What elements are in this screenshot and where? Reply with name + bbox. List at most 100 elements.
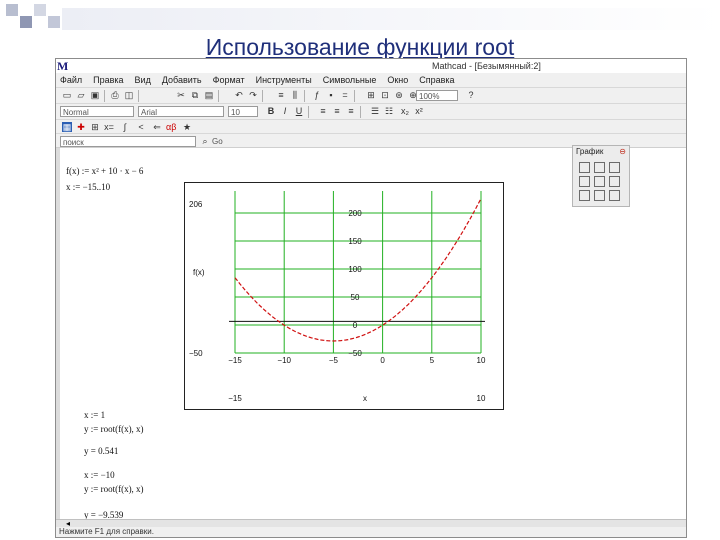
align-center-icon[interactable]: ≡ [332, 106, 342, 116]
contour-plot-icon[interactable] [579, 176, 590, 187]
go-button[interactable]: Go [210, 136, 228, 147]
paste-icon[interactable]: ▤ [204, 90, 214, 100]
menu-insert[interactable]: Добавить [162, 75, 202, 85]
math-toolbar: ▦ ✚ ⊞ x= ∫ < ⇐ αβ ★ [56, 119, 686, 134]
subscript-icon[interactable]: x₂ [400, 106, 410, 116]
x-tick-label: 5 [430, 356, 435, 365]
menu-symbolics[interactable]: Символьные [323, 75, 377, 85]
open-icon[interactable]: ▱ [76, 90, 86, 100]
menu-file[interactable]: Файл [60, 75, 82, 85]
x-tick-label: 10 [477, 356, 486, 365]
graph-palette-icon[interactable]: ✚ [76, 122, 86, 132]
title-bar: M Mathcad - [Безымянный:2] [56, 59, 686, 73]
slide-title: Использование функции root [205, 34, 515, 60]
menu-window[interactable]: Окно [387, 75, 408, 85]
resource-search-input[interactable]: поиск [60, 136, 196, 147]
align-left-icon[interactable]: ≡ [318, 106, 328, 116]
italic-icon[interactable]: I [280, 106, 290, 116]
boolean-palette-icon[interactable]: < [136, 122, 146, 132]
toolbar-separator [354, 90, 355, 102]
status-bar: Нажмите F1 для справки. [56, 527, 686, 537]
x-tick-label: −15 [228, 356, 242, 365]
bar-3d-icon[interactable] [609, 176, 620, 187]
y-axis-label: f(x) [193, 268, 205, 277]
x-tick-label: −10 [277, 356, 291, 365]
cut-icon[interactable]: ✂ [176, 90, 186, 100]
symbolic-palette-icon[interactable]: ★ [182, 122, 192, 132]
insert-function-icon[interactable]: ƒ [312, 90, 322, 100]
polar-plot-icon[interactable] [594, 162, 605, 173]
zoom-select[interactable]: 100% [416, 90, 458, 101]
zoom-icon[interactable] [594, 190, 605, 201]
redo-icon[interactable]: ↷ [248, 90, 258, 100]
calculus-palette-icon[interactable]: ∫ [120, 122, 130, 132]
graph-palette-title: График ⊖ [573, 146, 629, 157]
menu-format[interactable]: Формат [213, 75, 245, 85]
evaluation-palette-icon[interactable]: x= [104, 122, 114, 132]
component-icon[interactable]: ⊛ [394, 90, 404, 100]
bold-icon[interactable]: B [266, 106, 276, 116]
insert-graph-icon[interactable]: ⊞ [366, 90, 376, 100]
align-right-icon[interactable]: ≡ [346, 106, 356, 116]
menu-help[interactable]: Справка [419, 75, 454, 85]
guess-definition-2[interactable]: x := −10 [84, 470, 115, 480]
y-axis-min-label: −50 [189, 349, 203, 358]
x-axis-label: x [363, 394, 367, 403]
guess-definition-1[interactable]: x := 1 [84, 410, 105, 420]
insert-matrix-icon[interactable]: ⊡ [380, 90, 390, 100]
x-axis-max-label: 10 [477, 394, 486, 403]
worksheet-edge [56, 148, 60, 520]
save-icon[interactable]: ▣ [90, 90, 100, 100]
greek-palette-icon[interactable]: αβ [166, 122, 176, 132]
align-vertical-icon[interactable]: ⫼ [290, 90, 300, 100]
trace-icon[interactable] [609, 190, 620, 201]
root-result-1[interactable]: y = 0.541 [84, 446, 118, 456]
x-tick-label: −5 [329, 356, 339, 365]
menu-edit[interactable]: Правка [93, 75, 123, 85]
preview-icon[interactable]: ◫ [124, 90, 134, 100]
matrix-palette-icon[interactable]: ⊞ [90, 122, 100, 132]
app-logo: M [57, 59, 69, 73]
root-call-2[interactable]: y := root(f(x), x) [84, 484, 144, 494]
range-definition[interactable]: x := −15..10 [66, 182, 110, 192]
menu-tools[interactable]: Инструменты [256, 75, 312, 85]
xy-plot-icon[interactable] [579, 162, 590, 173]
vector-field-icon[interactable] [579, 190, 590, 201]
y-axis-max-label: 206 [189, 200, 203, 209]
surface-plot-icon[interactable] [609, 162, 620, 173]
y-tick-label: 200 [348, 209, 362, 218]
new-icon[interactable]: ▭ [62, 90, 72, 100]
toolbar-separator [360, 106, 361, 118]
numbering-icon[interactable]: ☷ [384, 106, 394, 116]
function-definition[interactable]: f(x) := x² + 10 · x − 6 [66, 166, 143, 176]
menu-bar: Файл Правка Вид Добавить Формат Инструме… [56, 73, 686, 87]
superscript-icon[interactable]: x² [414, 106, 424, 116]
slide-decoration [6, 4, 720, 30]
toolbar-separator [218, 90, 219, 102]
help-icon[interactable]: ? [466, 90, 476, 100]
formatting-toolbar: Normal Arial 10 B I U ≡ ≡ ≡ ☰ ☷ x₂ x² [56, 103, 686, 120]
print-icon[interactable]: ⎙ [110, 90, 120, 100]
standard-toolbar: ▭ ▱ ▣ ⎙ ◫ ✂ ⧉ ▤ ↶ ↷ ≡ ⫼ ƒ ▪ = ⊞ ⊡ ⊛ ⊕ 10… [56, 87, 686, 104]
root-call-1[interactable]: y := root(f(x), x) [84, 424, 144, 434]
copy-icon[interactable]: ⧉ [190, 90, 200, 100]
y-tick-label: 100 [348, 265, 362, 274]
underline-icon[interactable]: U [294, 106, 304, 116]
calculate-icon[interactable]: = [340, 90, 350, 100]
toolbar-separator [138, 90, 139, 102]
calculator-palette-icon[interactable]: ▦ [62, 122, 72, 132]
font-select[interactable]: Arial [138, 106, 224, 117]
scatter-3d-icon[interactable] [594, 176, 605, 187]
window-title: Mathcad - [Безымянный:2] [432, 61, 541, 71]
insert-unit-icon[interactable]: ▪ [326, 90, 336, 100]
size-select[interactable]: 10 [228, 106, 258, 117]
close-icon[interactable]: ⊖ [619, 147, 626, 156]
programming-palette-icon[interactable]: ⇐ [152, 122, 162, 132]
undo-icon[interactable]: ↶ [234, 90, 244, 100]
align-icon[interactable]: ≡ [276, 90, 286, 100]
plot-region[interactable]: −15 −10 −5 0 5 10 200 150 100 50 0 −50 206 −50 f(x) −15… [184, 182, 504, 410]
bullets-icon[interactable]: ☰ [370, 106, 380, 116]
menu-view[interactable]: Вид [135, 75, 151, 85]
style-select[interactable]: Normal [60, 106, 134, 117]
resource-search-icon[interactable]: ⌕ [200, 136, 210, 146]
